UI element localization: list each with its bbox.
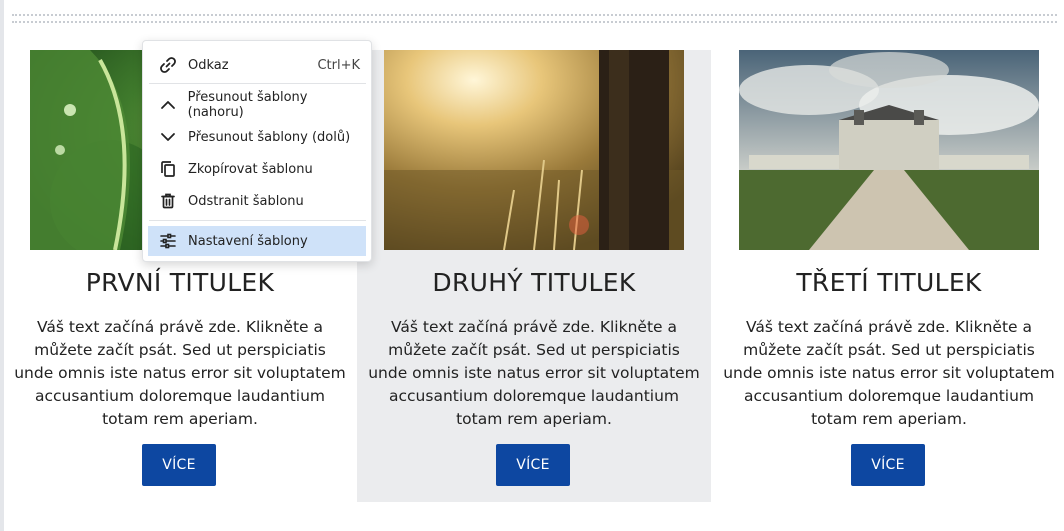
- menu-divider: [149, 220, 366, 221]
- copy-icon: [148, 160, 188, 178]
- card-text[interactable]: Váš text začíná právě zde. Klikněte a mů…: [722, 316, 1056, 431]
- card-3[interactable]: TŘETÍ TITULEK Váš text začíná právě zde.…: [712, 50, 1064, 502]
- menu-item-label: Odstranit šablonu: [188, 193, 304, 209]
- menu-item-copy[interactable]: Zkopírovat šablonu: [148, 154, 366, 184]
- card-2[interactable]: DRUHÝ TITULEK Váš text začíná právě zde.…: [357, 50, 711, 502]
- settings-sliders-icon: [148, 232, 188, 250]
- more-button[interactable]: VÍCE: [496, 444, 570, 486]
- menu-item-move-up[interactable]: Přesunout šablony (nahoru): [148, 90, 366, 120]
- menu-divider: [149, 83, 366, 84]
- card-text[interactable]: Váš text začíná právě zde. Klikněte a mů…: [367, 316, 701, 431]
- card-2-image[interactable]: [384, 50, 684, 250]
- more-button[interactable]: VÍCE: [851, 444, 925, 486]
- menu-item-label: Odkaz: [188, 57, 229, 73]
- trash-icon: [148, 192, 188, 210]
- section-drop-zone[interactable]: [12, 14, 1057, 23]
- card-title[interactable]: PRVNÍ TITULEK: [3, 268, 357, 297]
- chevron-up-icon: [148, 96, 188, 114]
- menu-item-label: Nastavení šablony: [188, 233, 308, 249]
- menu-item-delete[interactable]: Odstranit šablonu: [148, 186, 366, 216]
- menu-item-move-down[interactable]: Přesunout šablony (dolů): [148, 122, 366, 152]
- menu-item-link[interactable]: Odkaz Ctrl+K: [148, 50, 366, 80]
- menu-item-label: Přesunout šablony (nahoru): [187, 90, 308, 120]
- card-title[interactable]: TŘETÍ TITULEK: [712, 268, 1064, 297]
- chevron-down-icon: [148, 128, 188, 146]
- more-button[interactable]: VÍCE: [142, 444, 216, 486]
- context-menu: Odkaz Ctrl+K Přesunout šablony (nahoru) …: [142, 40, 372, 262]
- card-title[interactable]: DRUHÝ TITULEK: [357, 268, 711, 297]
- menu-item-label: Zkopírovat šablonu: [188, 161, 313, 177]
- menu-item-label: Přesunout šablony (dolů): [188, 129, 351, 145]
- shortcut-hint: Ctrl+K: [317, 57, 360, 73]
- menu-item-settings[interactable]: Nastavení šablony: [148, 226, 366, 256]
- card-3-image[interactable]: [739, 50, 1039, 250]
- card-text[interactable]: Váš text začíná právě zde. Klikněte a mů…: [13, 316, 347, 431]
- link-icon: [148, 56, 188, 74]
